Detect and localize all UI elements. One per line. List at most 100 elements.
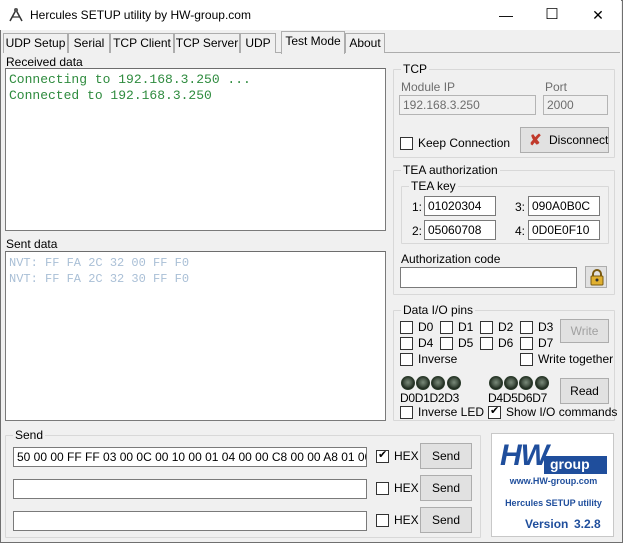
maximize-button[interactable]: ☐ <box>529 0 575 30</box>
minimize-button[interactable]: — <box>483 0 529 30</box>
pin-d0-checkbox[interactable] <box>400 321 413 334</box>
tea-key-title: TEA key <box>409 179 458 193</box>
send-button-2[interactable]: Send <box>420 475 472 501</box>
inverse-led-label: Inverse LED <box>418 405 485 419</box>
module-ip-field[interactable]: 192.168.3.250 <box>399 95 536 115</box>
pin-d5-checkbox[interactable] <box>440 337 453 350</box>
show-io-commands-label: Show I/O commands <box>506 405 618 419</box>
tea-key2-label: 2: <box>412 224 423 238</box>
lock-button[interactable] <box>585 266 607 288</box>
led-d7 <box>535 376 549 390</box>
send-hex-checkbox-2[interactable] <box>376 482 389 495</box>
led-d5 <box>504 376 518 390</box>
tcp-group-title: TCP <box>401 62 429 76</box>
send-hex-label-1: HEX <box>394 449 419 463</box>
received-line: Connecting to 192.168.3.250 ... <box>9 72 251 87</box>
authorization-code-label: Authorization code <box>401 252 501 266</box>
disconnect-label: Disconnect <box>549 133 609 147</box>
send-button-3[interactable]: Send <box>420 507 472 533</box>
write-button[interactable]: Write <box>560 319 609 343</box>
sent-line: NVT: FF FA 2C 32 00 FF F0 <box>9 256 190 270</box>
sent-line: NVT: FF FA 2C 32 30 FF F0 <box>9 272 190 286</box>
sent-data-area[interactable]: NVT: FF FA 2C 32 00 FF F0 NVT: FF FA 2C … <box>5 251 386 421</box>
logo-hw: HW <box>500 439 549 472</box>
inverse-checkbox[interactable] <box>400 353 413 366</box>
led-d0 <box>401 376 415 390</box>
keep-connection-label: Keep Connection <box>418 136 511 150</box>
disconnect-x-icon: ✘ <box>529 132 542 149</box>
tea-key3-field[interactable]: 090A0B0C <box>528 196 600 216</box>
read-button[interactable]: Read <box>560 378 609 404</box>
pin-d7-label: D7 <box>538 336 554 350</box>
send-hex-checkbox-3[interactable] <box>376 514 389 527</box>
pin-d6-checkbox[interactable] <box>480 337 493 350</box>
window-title: Hercules SETUP utility by HW-group.com <box>30 8 251 22</box>
module-ip-label: Module IP <box>401 80 456 94</box>
pin-d1-checkbox[interactable] <box>440 321 453 334</box>
version-number: 3.2.8 <box>574 517 601 531</box>
send-hex-label-3: HEX <box>394 513 419 527</box>
pin-d0-label: D0 <box>418 320 434 334</box>
pin-d4-label: D4 <box>418 336 434 350</box>
tea-key3-label: 3: <box>515 200 526 214</box>
tab-udp[interactable]: UDP <box>240 33 276 53</box>
authorization-code-field[interactable] <box>400 267 577 288</box>
tea-key2-field[interactable]: 05060708 <box>424 220 496 240</box>
received-line: Connected to 192.168.3.250 <box>9 88 212 103</box>
pin-d1-label: D1 <box>458 320 474 334</box>
disconnect-button[interactable]: ✘ Disconnect <box>520 127 609 153</box>
led-d1 <box>416 376 430 390</box>
lock-icon <box>588 268 606 289</box>
received-data-label: Received data <box>6 55 83 69</box>
tab-udp-setup[interactable]: UDP Setup <box>3 33 68 53</box>
write-together-checkbox[interactable] <box>520 353 533 366</box>
pin-d5-label: D5 <box>458 336 474 350</box>
tab-tcp-client[interactable]: TCP Client <box>110 33 174 53</box>
led-labels-d4-d7: D4D5D6D7 <box>488 391 547 405</box>
pin-d3-label: D3 <box>538 320 554 334</box>
inverse-led-checkbox[interactable] <box>400 406 413 419</box>
tea-key4-field[interactable]: 0D0E0F10 <box>528 220 600 240</box>
tea-key1-field[interactable]: 01020304 <box>424 196 496 216</box>
write-together-label: Write together <box>538 352 614 366</box>
pin-d3-checkbox[interactable] <box>520 321 533 334</box>
pin-d6-label: D6 <box>498 336 514 350</box>
led-d6 <box>519 376 533 390</box>
led-d2 <box>431 376 445 390</box>
close-button[interactable]: ✕ <box>575 0 621 30</box>
tab-about[interactable]: About <box>345 33 385 53</box>
send-hex-checkbox-1[interactable] <box>376 448 389 463</box>
version-label: Version <box>525 517 569 531</box>
tab-test-mode[interactable]: Test Mode <box>281 31 345 54</box>
tea-key1-label: 1: <box>412 200 423 214</box>
hercules-app-icon <box>8 7 24 23</box>
tab-tcp-server[interactable]: TCP Server <box>174 33 240 53</box>
inverse-label: Inverse <box>418 352 458 366</box>
led-labels-d0-d3: D0D1D2D3 <box>400 391 459 405</box>
pin-d2-label: D2 <box>498 320 514 334</box>
tea-key4-label: 4: <box>515 224 526 238</box>
sent-data-label: Sent data <box>6 237 58 251</box>
received-data-area[interactable]: Connecting to 192.168.3.250 ... Connecte… <box>5 68 386 231</box>
keep-connection-checkbox[interactable] <box>400 137 413 150</box>
send-button-1[interactable]: Send <box>420 443 472 469</box>
led-d4 <box>489 376 503 390</box>
send-field-1[interactable]: 50 00 00 FF FF 03 00 0C 00 10 00 01 04 0… <box>13 447 367 467</box>
send-group-title: Send <box>13 428 46 442</box>
pin-d7-checkbox[interactable] <box>520 337 533 350</box>
port-field[interactable]: 2000 <box>543 95 608 115</box>
tab-serial[interactable]: Serial <box>68 33 110 53</box>
logo-group: group <box>550 456 590 472</box>
hw-group-logo: HW group <box>500 440 607 476</box>
logo-product-name: Hercules SETUP utility <box>505 498 602 508</box>
port-label: Port <box>545 80 568 94</box>
send-field-3[interactable] <box>13 511 367 531</box>
pin-d2-checkbox[interactable] <box>480 321 493 334</box>
show-io-commands-checkbox[interactable] <box>488 404 501 419</box>
data-io-title: Data I/O pins <box>401 303 476 317</box>
send-hex-label-2: HEX <box>394 481 419 495</box>
logo-url: www.HW-group.com <box>509 476 598 486</box>
send-field-2[interactable] <box>13 479 367 499</box>
pin-d4-checkbox[interactable] <box>400 337 413 350</box>
led-d3 <box>447 376 461 390</box>
